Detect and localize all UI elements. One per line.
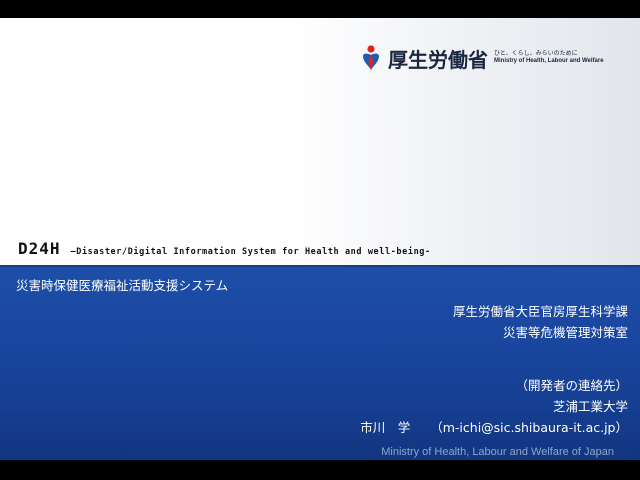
ministry-name: 厚生労働省 bbox=[388, 47, 488, 72]
system-code: D24H bbox=[18, 239, 61, 258]
contact-affiliation: 芝浦工業大学 bbox=[552, 399, 628, 414]
system-description: –Disaster/Digital Information System for… bbox=[70, 247, 431, 257]
ministry-tagline: ひと、くらし、みらいのために Ministry of Health, Labou… bbox=[494, 51, 604, 64]
contact-block: （開発者の連絡先） 芝浦工業大学 市川 学 （m-ichi@sic.shibaur… bbox=[360, 375, 628, 438]
ministry-tagline-jp: ひと、くらし、みらいのために bbox=[494, 50, 578, 58]
ministry-tagline-en: Ministry of Health, Labour and Welfare bbox=[494, 58, 604, 64]
organization-block: 厚生労働省大臣官房厚生科学課 災害等危機管理対策室 bbox=[453, 301, 628, 343]
slide-title: D24H –Disaster/Digital Information Syste… bbox=[18, 239, 431, 258]
footer-ministry-name: Ministry of Health, Labour and Welfare o… bbox=[381, 446, 614, 458]
contact-heading: （開発者の連絡先） bbox=[515, 378, 628, 393]
slide: 厚生労働省 ひと、くらし、みらいのために Ministry of Health,… bbox=[0, 18, 640, 460]
organization-line-2: 災害等危機管理対策室 bbox=[502, 325, 628, 340]
contact-person-name: 市川 学 bbox=[360, 420, 411, 435]
contact-email: （m-ichi@sic.shibaura-it.ac.jp） bbox=[430, 420, 628, 435]
ministry-logo: 厚生労働省 ひと、くらし、みらいのために Ministry of Health,… bbox=[360, 42, 604, 74]
system-name-jp: 災害時保健医療福祉活動支援システム bbox=[16, 278, 229, 293]
contact-person: 市川 学 （m-ichi@sic.shibaura-it.ac.jp） bbox=[360, 417, 628, 438]
ministry-emblem-icon bbox=[363, 45, 379, 70]
organization-line-1: 厚生労働省大臣官房厚生科学課 bbox=[452, 304, 628, 319]
